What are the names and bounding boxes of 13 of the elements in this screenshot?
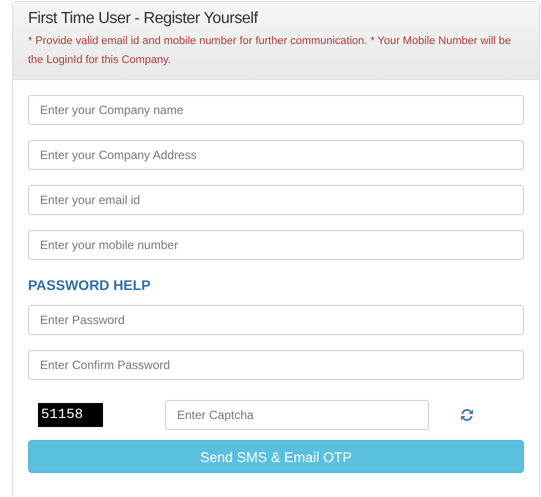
panel-title: First Time User - Register Yourself — [28, 10, 260, 28]
input-field[interactable]: Enter your email id — [28, 185, 524, 215]
send-otp-button[interactable]: Send SMS & Email OTP — [28, 440, 524, 473]
password-help-heading: PASSWORD HELP — [28, 276, 152, 295]
input-field[interactable]: Enter your mobile number — [28, 230, 524, 260]
captcha-field[interactable]: Enter Captcha — [165, 400, 429, 430]
input-field[interactable]: Enter your Company name — [28, 95, 524, 125]
notice-text: * Provide valid email id and mobile number for further communication. * Your Mobile Number will be the LoginId for this Company. — [28, 34, 512, 68]
password-field[interactable]: Enter Confirm Password — [28, 350, 524, 380]
password-field[interactable]: Enter Password — [28, 305, 524, 335]
captcha-image: 51158 — [38, 403, 103, 427]
refresh-icon[interactable] — [459, 407, 475, 423]
input-field[interactable]: Enter your Company Address — [28, 140, 524, 170]
